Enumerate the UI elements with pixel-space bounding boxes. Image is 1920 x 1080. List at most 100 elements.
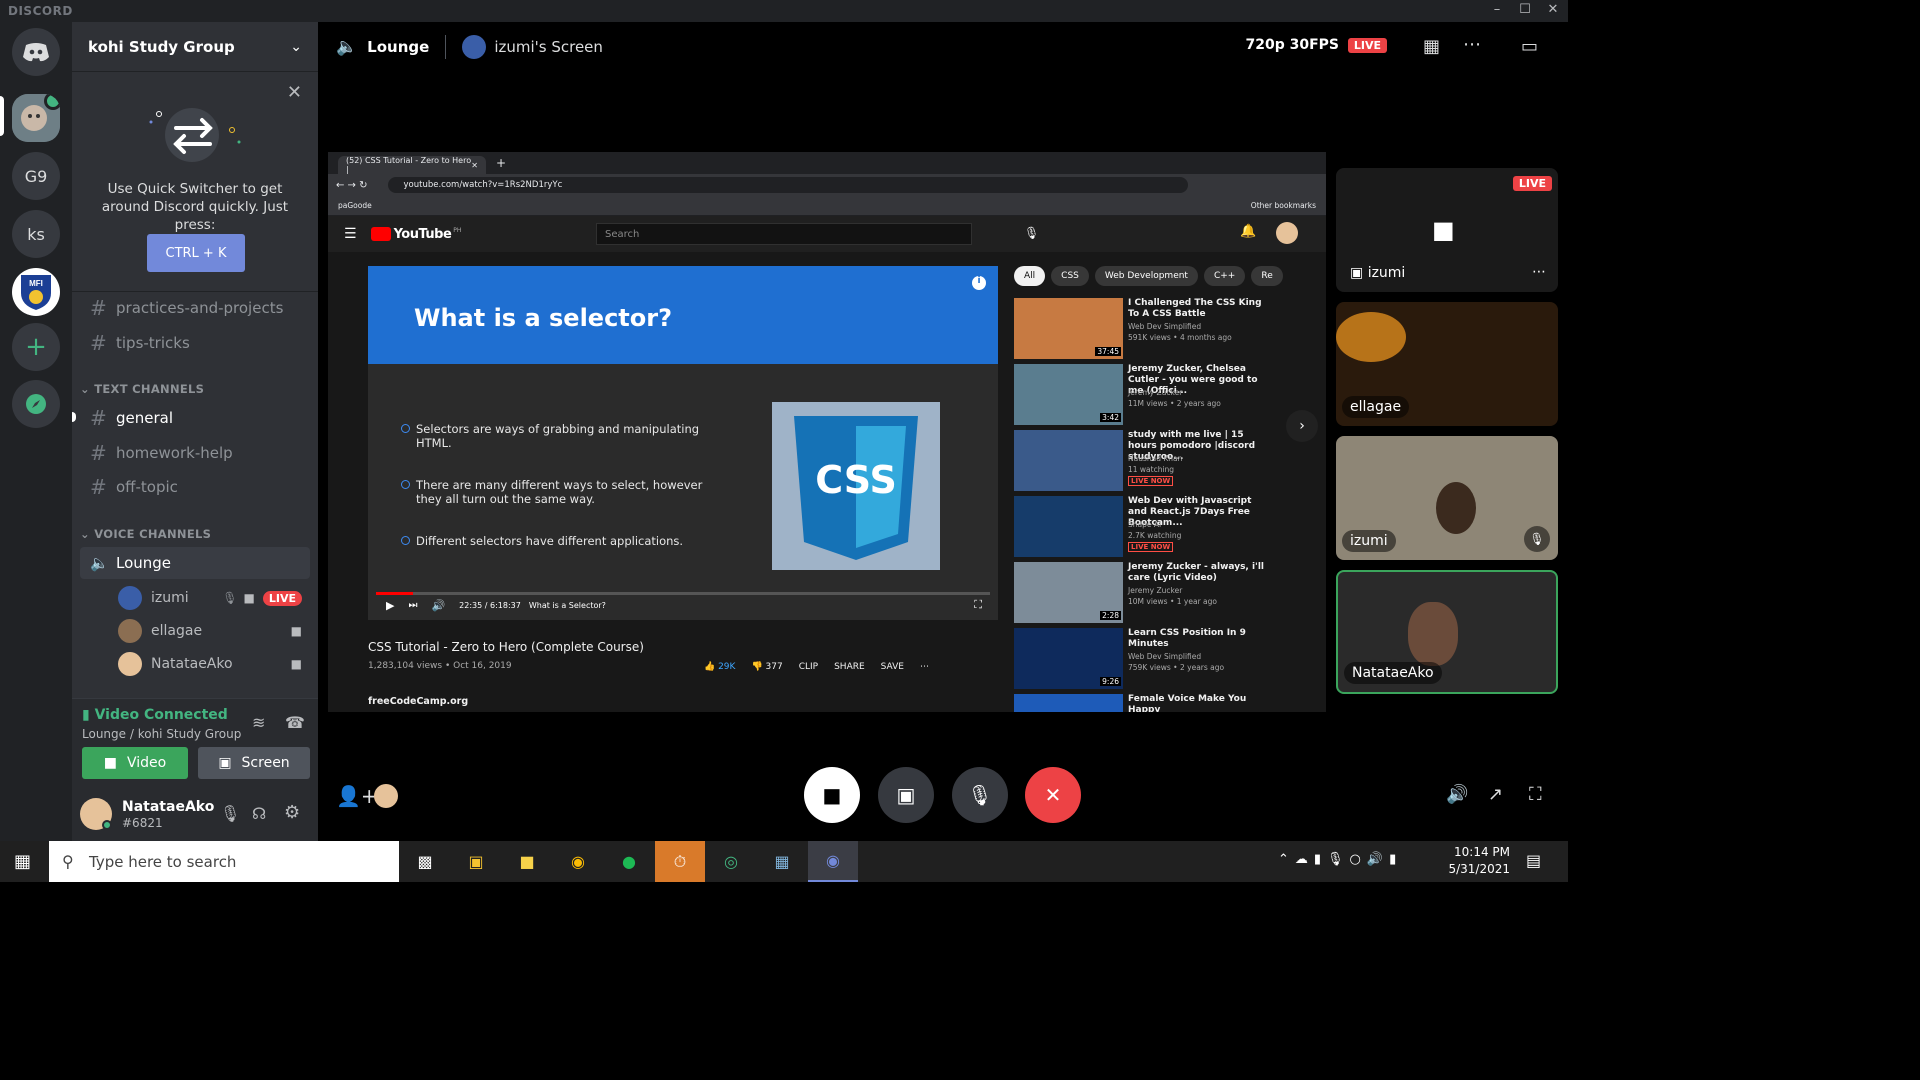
minimize-icon[interactable]: – [1483,2,1511,17]
disconnect-button[interactable]: ✕ [1025,767,1081,823]
next-icon[interactable]: ⏭ [408,600,417,611]
stream-quality[interactable]: 720p 30FPS LIVE [1245,37,1387,53]
volume-icon[interactable]: 🔊 [1446,784,1468,805]
windows-start-icon[interactable]: ▦ [14,851,31,872]
youtube-logo[interactable]: YouTube [394,227,452,242]
channel-name[interactable]: freeCodeCamp.org [368,696,468,707]
system-tray-icons[interactable]: ⌃☁▮🎙○🔊▮ [1278,852,1402,867]
connection-location[interactable]: Lounge / kohi Study Group [82,727,241,741]
participant-tile-natataeako[interactable]: NatataeAko [1336,570,1558,694]
share-button[interactable]: SHARE [834,662,865,672]
voice-user-izumi[interactable]: izumi 🎙 ■ LIVE [118,584,310,612]
category-text-channels[interactable]: ⌄ TEXT CHANNELS [80,382,204,396]
taskbar-search-input[interactable]: Type here to search [49,841,399,882]
quick-switcher-shortcut-button[interactable]: CTRL + K [147,234,245,272]
participant-tile-izumi-camera[interactable]: izumi 🎙 [1336,436,1558,560]
bookmark-item[interactable]: paGoode [338,201,372,210]
like-button[interactable]: 👍 29K [704,662,735,672]
chip-web-development[interactable]: Web Development [1094,266,1198,286]
channel-practices-and-projects[interactable]: # practices-and-projects [80,292,310,324]
sticky-notes-icon[interactable]: ■ [502,841,552,882]
youtube-logo-icon[interactable] [370,227,391,241]
url-field[interactable]: youtube.com/watch?v=1Rs2ND1ryYc [387,177,1188,193]
taskbar-clock[interactable]: 10:14 PM 5/31/2021 [1448,844,1510,878]
channel-tips-tricks[interactable]: # tips-tricks [80,327,310,359]
notification-bell-icon[interactable]: 🔔 [1240,224,1256,239]
globe-app-icon[interactable]: ◎ [706,841,756,882]
maximize-icon[interactable]: ☐ [1511,2,1539,17]
chip-all[interactable]: All [1014,266,1046,286]
spotify-icon[interactable]: ● [604,841,654,882]
popout-chat-icon[interactable]: ▭ [1521,36,1538,57]
close-window-icon[interactable]: ✕ [1539,2,1567,17]
popout-icon[interactable]: ↗ [1488,784,1503,805]
voice-channel-lounge[interactable]: 🔈 Lounge [80,547,310,579]
notifications-icon[interactable]: ▤ [1526,851,1541,870]
screen-share-stream[interactable]: (52) CSS Tutorial - Zero to Hero | ✕ + ← … [328,152,1326,712]
more-options-icon[interactable]: ⋯ [1463,34,1481,55]
server-g9[interactable]: G9 [12,152,60,200]
fullscreen-icon[interactable]: ⛶ [974,598,982,612]
chevron-right-icon[interactable]: › [1286,410,1318,442]
recommended-video[interactable]: 2:28 Jeremy Zucker - always, i'll care (… [1014,562,1304,624]
discord-taskbar-icon[interactable]: ◉ [808,841,858,882]
new-tab-icon[interactable]: + [496,156,506,170]
recommended-video[interactable]: 9:26 Learn CSS Position In 9 Minutes Web… [1014,628,1304,690]
channel-general[interactable]: # general [80,402,310,434]
chip-css[interactable]: CSS [1051,266,1089,286]
browser-tab[interactable]: (52) CSS Tutorial - Zero to Hero | ✕ [338,156,486,174]
recommended-video[interactable]: 37:45 I Challenged The CSS King To A CSS… [1014,298,1304,360]
server-ks[interactable]: ks [12,210,60,258]
channel-homework-help[interactable]: # homework-help [80,437,310,469]
other-bookmarks[interactable]: Other bookmarks [1251,201,1316,210]
notepad-icon[interactable]: ▦ [757,841,807,882]
microphone-icon[interactable]: 🎙 [220,804,240,823]
recommended-video[interactable]: Female Voice Make You Happy [1014,694,1304,712]
youtube-search-input[interactable]: Search [596,223,972,245]
more-options-icon[interactable]: ⋯ [920,662,929,672]
headphones-icon[interactable]: ☊ [252,804,266,823]
grid-layout-icon[interactable]: ▦ [1423,36,1440,57]
play-icon[interactable]: ▶ [386,599,394,612]
chip-cpp[interactable]: C++ [1203,266,1246,286]
server-mfi[interactable]: MFI [12,268,60,316]
save-button[interactable]: SAVE [881,662,904,672]
add-server-button[interactable]: + [12,323,60,371]
noise-suppression-icon[interactable]: ≋ [252,713,265,732]
clip-button[interactable]: CLIP [799,662,818,672]
file-explorer-icon[interactable]: ▣ [451,841,501,882]
screen-share-button[interactable]: ▣ Screen [198,747,310,779]
avatar[interactable] [1276,222,1298,244]
explore-servers-button[interactable] [12,380,60,428]
fullscreen-icon[interactable]: ⛶ [1529,784,1542,805]
volume-icon[interactable]: 🔊 [431,599,445,612]
participant-tile-izumi-stream[interactable]: LIVE ■ ▣ izumi ⋯ [1336,168,1558,292]
participant-tile-ellagae[interactable]: ellagae [1336,302,1558,426]
chip-more[interactable]: Re [1251,266,1283,286]
recommended-video[interactable]: study with me live | 15 hours pomodoro |… [1014,430,1304,492]
dislike-button[interactable]: 👎 377 [751,662,782,672]
menu-icon[interactable]: ☰ [344,226,357,242]
channel-off-topic[interactable]: # off-topic [80,471,310,503]
back-icon[interactable]: ← → ↻ [336,180,368,191]
task-view-icon[interactable]: ▩ [400,841,450,882]
disconnect-icon[interactable]: ☎ [285,713,305,732]
gear-icon[interactable]: ⚙ [284,802,300,823]
invite-user-icon[interactable]: 👤+ [336,784,378,808]
more-options-icon[interactable]: ⋯ [1532,264,1546,280]
video-player[interactable]: What is a selector? i Selectors are ways… [368,266,998,620]
voice-user-natataeako[interactable]: NatataeAko ■ [118,650,310,678]
chrome-icon[interactable]: ◉ [553,841,603,882]
camera-toggle-button[interactable]: ■ [804,767,860,823]
timer-app-icon[interactable]: ⏱ [655,841,705,882]
server-header[interactable]: kohi Study Group ⌄ [72,22,318,72]
close-icon[interactable]: ✕ [471,161,478,170]
microphone-toggle-button[interactable]: 🎙 [952,767,1008,823]
recommended-video[interactable]: Web Dev with Javascript and React.js 7Da… [1014,496,1304,558]
server-kohi-study-group[interactable] [12,94,60,142]
screen-share-toggle-button[interactable]: ▣ [878,767,934,823]
video-button[interactable]: ■ Video [82,747,188,779]
close-icon[interactable]: ✕ [287,82,302,103]
home-button[interactable] [12,28,60,76]
voice-user-ellagae[interactable]: ellagae ■ [118,617,310,645]
